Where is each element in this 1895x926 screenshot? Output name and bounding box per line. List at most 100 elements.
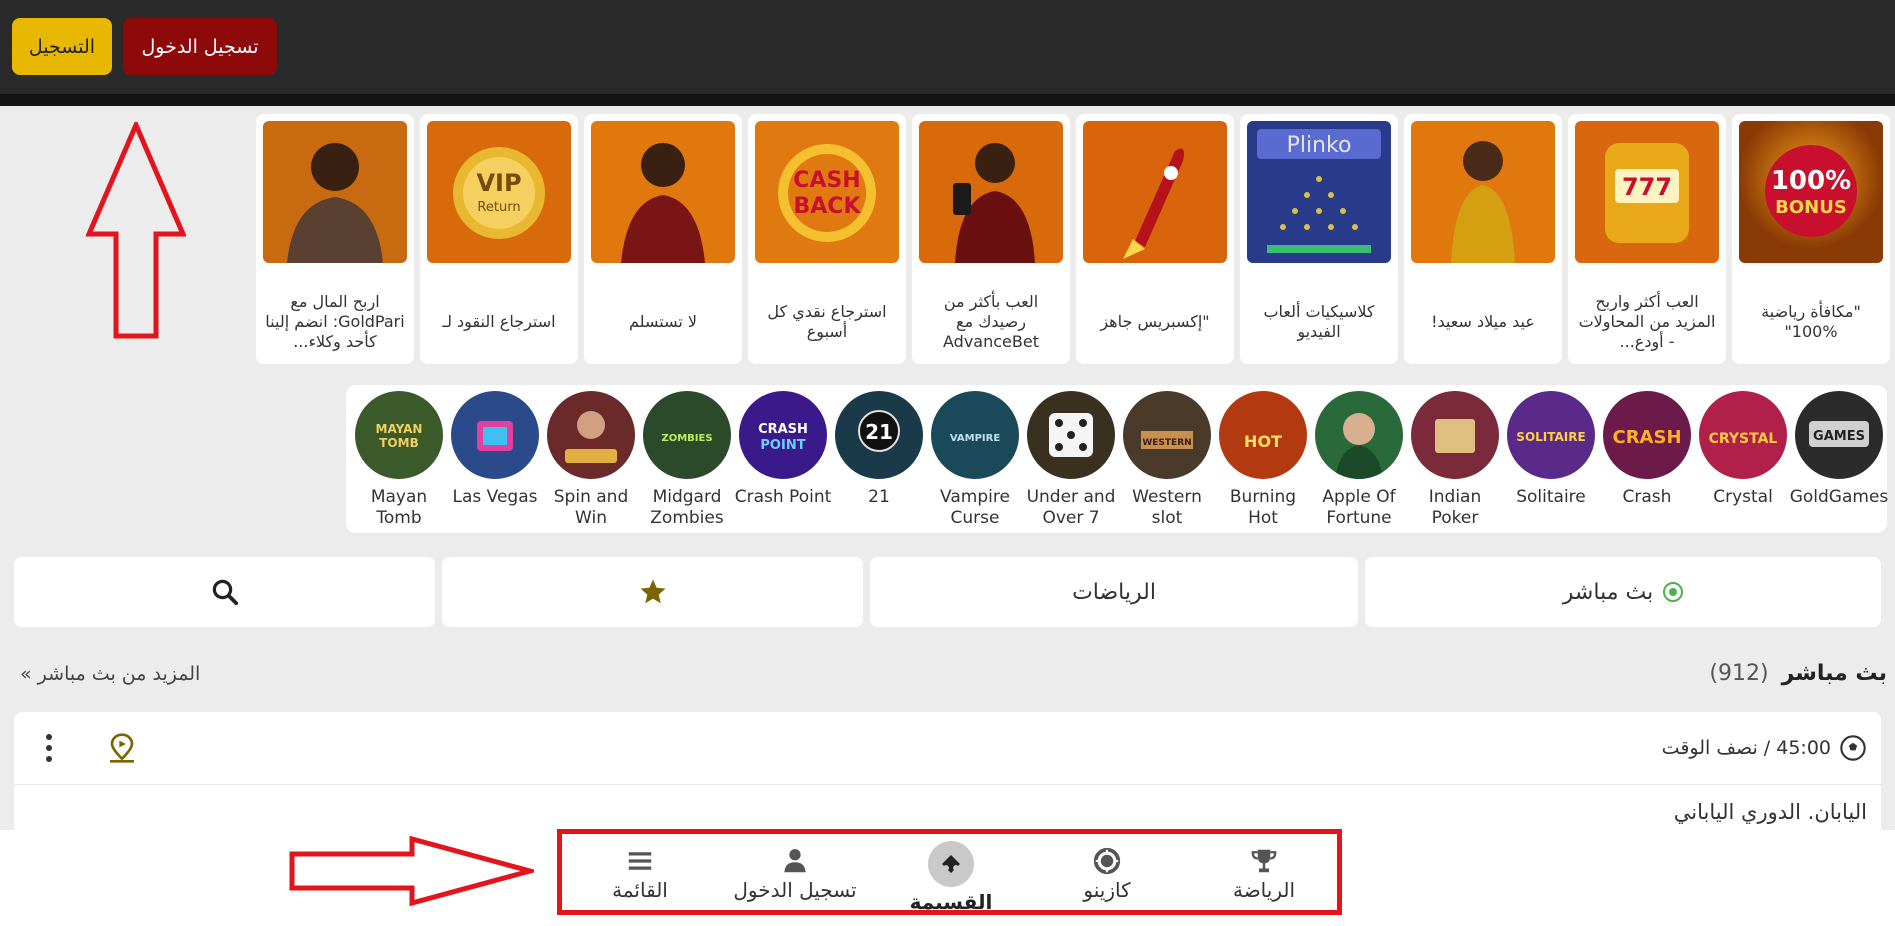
game-label: Mayan Tomb xyxy=(370,487,428,528)
promo-card-birthday[interactable]: عيد ميلاد سعيد! xyxy=(1404,114,1562,364)
svg-text:POINT: POINT xyxy=(760,438,805,453)
nav-coupon-label: القسيمة xyxy=(909,890,993,914)
svg-text:CRYSTAL: CRYSTAL xyxy=(1709,431,1778,447)
live-title-text: بث مباشر xyxy=(1781,661,1887,686)
vampire-curse-icon: VAMPIRE xyxy=(931,391,1019,479)
game-apple-of-fortune[interactable]: Apple Of Fortune xyxy=(1313,389,1405,529)
dice-icon xyxy=(1027,391,1115,479)
header-divider xyxy=(0,94,1895,106)
slot-777-icon: 777 xyxy=(1575,121,1719,263)
more-live-link[interactable]: المزيد من بث مباشر » xyxy=(20,663,200,685)
game-label: Crash Point xyxy=(734,487,832,507)
promo-card-advancebet[interactable]: العب بأكثر من رصيدك مع AdvanceBet xyxy=(912,114,1070,364)
svg-text:MAYAN: MAYAN xyxy=(376,422,423,436)
game-crash[interactable]: CRASH Crash xyxy=(1601,389,1693,529)
svg-text:VAMPIRE: VAMPIRE xyxy=(950,433,1001,444)
promo-text: عيد ميلاد سعيد! xyxy=(1431,312,1535,331)
live-section-title: بث مباشر (912) xyxy=(1709,661,1887,686)
rocket-icon xyxy=(1083,121,1227,263)
svg-text:ZOMBIES: ZOMBIES xyxy=(661,433,712,444)
login-button[interactable]: تسجيل الدخول xyxy=(123,18,277,75)
promo-text: العب أكثر واربح المزيد من المحاولات - أو… xyxy=(1578,292,1716,351)
cashback-icon: CASH BACK xyxy=(755,121,899,263)
promo-card-cashback[interactable]: CASH BACK استرجاع نقدي كل أسبوع xyxy=(748,114,906,364)
spin-and-win-icon xyxy=(547,391,635,479)
match-divider xyxy=(14,784,1881,785)
video-stream-icon[interactable] xyxy=(106,732,138,764)
game-21[interactable]: 21 21 xyxy=(833,389,925,529)
svg-text:WESTERN: WESTERN xyxy=(1142,438,1191,448)
game-label: GoldGames xyxy=(1789,487,1889,507)
game-crystal[interactable]: CRYSTAL Crystal xyxy=(1697,389,1789,529)
more-options-icon[interactable] xyxy=(44,732,54,764)
promo-text: استرجاع نقدي كل أسبوع xyxy=(767,302,887,341)
game-spin-and-win[interactable]: Spin and Win xyxy=(545,389,637,529)
svg-text:HOT: HOT xyxy=(1244,432,1282,451)
promo-card-plinko[interactable]: Plinko كلاسيكيات ألعاب الفيديو xyxy=(1240,114,1398,364)
promo-card-vip-return[interactable]: VIP Return استرجاع النقود لـ xyxy=(420,114,578,364)
crash-point-icon: CRASH POINT xyxy=(739,391,827,479)
vip-return-icon: VIP Return xyxy=(427,121,571,263)
promo-card-slot[interactable]: 777 العب أكثر واربح المزيد من المحاولات … xyxy=(1568,114,1726,364)
coupon-icon xyxy=(928,841,974,887)
game-crash-point[interactable]: CRASH POINT Crash Point xyxy=(735,389,831,529)
tab-sports[interactable]: الرياضات xyxy=(870,557,1358,627)
game-label: Midgard Zombies xyxy=(650,487,724,528)
plinko-icon: Plinko xyxy=(1247,121,1391,263)
svg-text:TOMB: TOMB xyxy=(379,436,418,450)
match-league: اليابان. الدوري الياباني xyxy=(1673,800,1867,824)
svg-text:BONUS: BONUS xyxy=(1775,197,1847,218)
annotation-up-arrow xyxy=(86,122,186,339)
promo-card-express[interactable]: "إكسبريس جاهز xyxy=(1076,114,1234,364)
game-burning-hot[interactable]: HOT Burning Hot xyxy=(1217,389,1309,529)
solitaire-icon: SOLITAIRE xyxy=(1507,391,1595,479)
promo-text: لا تستسلم xyxy=(629,312,697,331)
svg-text:Return: Return xyxy=(477,200,520,215)
game-goldgames[interactable]: GAMES GoldGames xyxy=(1790,389,1888,529)
tab-search[interactable] xyxy=(14,557,435,627)
tab-live[interactable]: بث مباشر xyxy=(1365,557,1881,627)
bonus-100-icon: 100% BONUS xyxy=(1739,121,1883,263)
promo-text: "مكافأة رياضية %100" xyxy=(1761,302,1861,341)
promo-card-agent[interactable]: اربح المال مع GoldPari: انضم إلينا كأحد … xyxy=(256,114,414,364)
game-las-vegas[interactable]: Las Vegas xyxy=(449,389,541,529)
game-vampire-curse[interactable]: VAMPIRE Vampire Curse xyxy=(929,389,1021,529)
game-label: Vampire Curse xyxy=(940,487,1010,528)
register-button[interactable]: التسجيل xyxy=(12,18,112,75)
promo-text: "إكسبريس جاهز xyxy=(1100,312,1210,331)
svg-text:Plinko: Plinko xyxy=(1287,133,1352,158)
svg-text:CRASH: CRASH xyxy=(1612,427,1681,448)
svg-text:CASH: CASH xyxy=(793,168,860,193)
game-solitaire[interactable]: SOLITAIRE Solitaire xyxy=(1505,389,1597,529)
game-label: Crash xyxy=(1622,487,1672,507)
live-icon xyxy=(1663,582,1684,602)
promo-carousel: 100% BONUS "مكافأة رياضية %100" 777 العب … xyxy=(256,114,1895,364)
nav-login-label: تسجيل الدخول xyxy=(733,878,857,902)
nav-casino[interactable]: كازينو xyxy=(1032,846,1182,916)
game-western-slot[interactable]: WESTERN Western slot xyxy=(1121,389,1213,529)
promo-card-bonus[interactable]: 100% BONUS "مكافأة رياضية %100" xyxy=(1732,114,1890,364)
nav-login[interactable]: تسجيل الدخول xyxy=(720,846,870,916)
las-vegas-icon xyxy=(451,391,539,479)
search-icon xyxy=(212,579,238,606)
menu-icon xyxy=(628,852,652,870)
nav-coupon[interactable]: القسيمة xyxy=(876,840,1026,914)
tab-favorites[interactable] xyxy=(442,557,863,627)
top-header xyxy=(0,0,1895,94)
crystal-icon: CRYSTAL xyxy=(1699,391,1787,479)
svg-text:GAMES: GAMES xyxy=(1813,429,1865,444)
promo-text: كلاسيكيات ألعاب الفيديو xyxy=(1263,302,1375,341)
promo-card-dont-give-up[interactable]: لا تستسلم xyxy=(584,114,742,364)
svg-text:777: 777 xyxy=(1622,173,1672,201)
game-midgard-zombies[interactable]: ZOMBIES Midgard Zombies xyxy=(641,389,733,529)
game-label: Crystal xyxy=(1713,487,1773,507)
game-mayan-tomb[interactable]: MAYAN TOMB Mayan Tomb xyxy=(353,389,445,529)
nav-menu[interactable]: القائمة xyxy=(565,846,715,916)
midgard-zombies-icon: ZOMBIES xyxy=(643,391,731,479)
games-carousel: GAMES GoldGames CRYSTAL Crystal CRASH Cr… xyxy=(346,385,1888,533)
nav-sports[interactable]: الرياضة xyxy=(1189,846,1339,916)
game-under-over-7[interactable]: Under and Over 7 xyxy=(1025,389,1117,529)
nav-sports-label: الرياضة xyxy=(1232,878,1296,902)
advancebet-icon xyxy=(919,121,1063,263)
game-indian-poker[interactable]: Indian Poker xyxy=(1409,389,1501,529)
